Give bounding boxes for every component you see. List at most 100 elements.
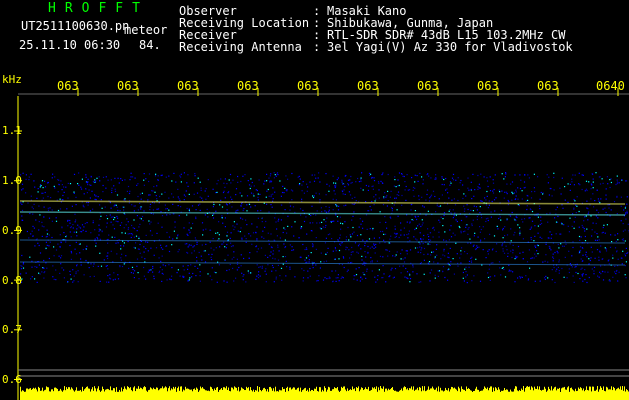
noise-dot <box>602 208 604 210</box>
noise-dot <box>413 195 415 197</box>
amplitude-bar <box>70 389 71 400</box>
noise-dot <box>285 189 287 191</box>
noise-dot <box>65 235 68 237</box>
amplitude-bar <box>285 391 286 400</box>
noise-dot <box>272 187 274 189</box>
noise-dot <box>325 260 328 262</box>
noise-dot <box>599 250 601 252</box>
amplitude-bar <box>596 389 597 400</box>
amplitude-bar <box>297 388 298 400</box>
noise-dot <box>186 233 188 235</box>
noise-dot <box>471 224 473 227</box>
amplitude-bar <box>603 386 604 400</box>
noise-dot <box>274 217 276 219</box>
noise-dot <box>349 194 352 196</box>
noise-dot <box>444 255 446 257</box>
noise-dot <box>80 188 83 190</box>
noise-dot <box>412 271 414 273</box>
noise-dot <box>326 278 328 280</box>
noise-dot <box>550 237 552 239</box>
amplitude-bar <box>432 386 433 400</box>
noise-dot <box>212 238 214 240</box>
noise-dot <box>586 228 588 230</box>
amplitude-bar <box>471 390 472 400</box>
noise-dot <box>277 264 279 266</box>
amplitude-bar <box>522 389 523 400</box>
noise-dot <box>526 205 528 207</box>
amplitude-bar <box>197 388 198 400</box>
amplitude-bar <box>102 386 103 400</box>
noise-dot <box>292 206 295 208</box>
noise-dot <box>553 189 555 191</box>
noise-dot <box>220 199 222 201</box>
noise-dot <box>627 251 629 254</box>
noise-dot <box>405 250 407 252</box>
amplitude-bar <box>517 390 518 400</box>
noise-dot <box>479 187 481 189</box>
noise-dot <box>427 228 429 230</box>
noise-dot <box>36 281 38 283</box>
noise-dot <box>305 257 308 259</box>
noise-dot <box>21 203 23 205</box>
noise-dot <box>608 263 610 265</box>
amplitude-bar <box>351 390 352 400</box>
amplitude-bar <box>265 389 266 400</box>
noise-dot <box>280 219 282 221</box>
noise-dot <box>366 270 368 272</box>
noise-dot <box>487 253 489 255</box>
amplitude-bar <box>173 386 174 400</box>
noise-dot <box>38 221 40 223</box>
noise-dot <box>488 249 490 251</box>
noise-dot <box>287 178 289 180</box>
noise-dot <box>420 225 422 228</box>
noise-dot <box>127 227 130 229</box>
noise-dot <box>92 222 94 224</box>
noise-dot <box>279 237 281 239</box>
noise-dot <box>414 215 416 217</box>
noise-dot <box>127 185 130 188</box>
amplitude-bar <box>592 386 593 400</box>
noise-dot <box>188 208 190 210</box>
noise-dot <box>183 172 185 174</box>
noise-dot <box>533 240 535 242</box>
amplitude-bar <box>235 387 236 400</box>
noise-dot <box>215 247 217 249</box>
amplitude-bar <box>355 391 356 400</box>
noise-dot <box>504 191 506 193</box>
noise-dot <box>222 243 224 245</box>
noise-dot <box>70 252 73 254</box>
noise-dot <box>425 199 427 201</box>
noise-dot <box>59 208 62 210</box>
noise-dot <box>165 176 167 178</box>
noise-dot <box>95 179 97 181</box>
noise-dot <box>130 176 132 178</box>
noise-dot <box>76 265 78 267</box>
noise-dot <box>276 235 278 237</box>
noise-dot <box>391 208 393 210</box>
noise-dot <box>59 246 61 248</box>
noise-dot <box>511 256 513 259</box>
amplitude-bar <box>126 389 127 400</box>
amplitude-bar <box>207 390 208 400</box>
noise-dot <box>243 208 245 210</box>
noise-dot <box>462 231 465 233</box>
amplitude-bar <box>275 386 276 400</box>
amplitude-bar <box>135 391 136 400</box>
noise-dot <box>148 194 150 196</box>
noise-dot <box>138 236 140 238</box>
noise-dot <box>602 258 604 260</box>
noise-dot <box>317 280 319 282</box>
noise-dot <box>581 274 583 276</box>
noise-dot <box>434 178 436 180</box>
noise-dot <box>161 269 163 271</box>
amplitude-bar <box>473 391 474 400</box>
noise-dot <box>312 244 314 246</box>
noise-dot <box>414 228 416 231</box>
noise-dot <box>435 174 437 176</box>
noise-dot <box>162 264 164 266</box>
noise-dot <box>552 253 554 255</box>
noise-dot <box>428 200 431 202</box>
noise-dot <box>491 200 493 203</box>
amplitude-bar <box>262 389 263 400</box>
noise-dot <box>328 185 330 187</box>
